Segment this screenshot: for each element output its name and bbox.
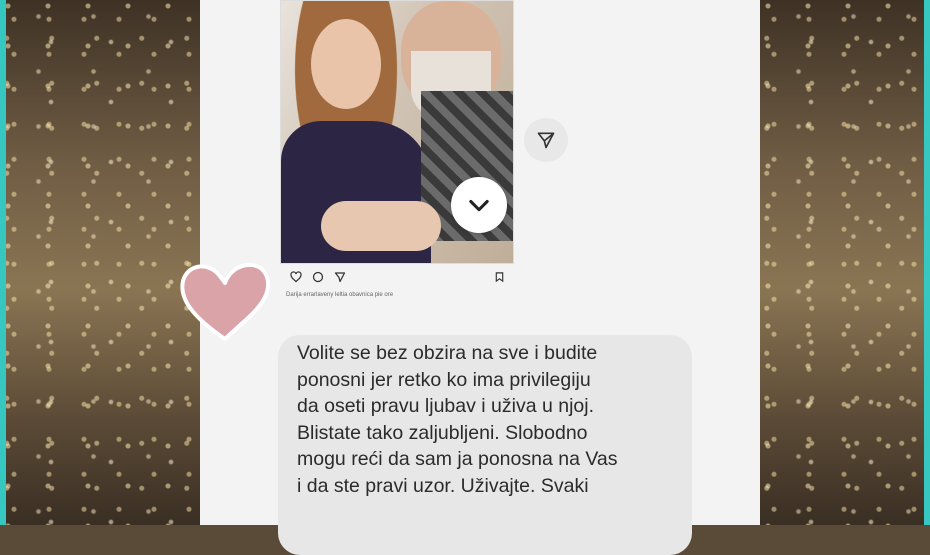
glitter-background-left bbox=[0, 0, 200, 525]
glitter-background-right bbox=[760, 0, 930, 525]
send-icon bbox=[537, 132, 555, 149]
post-caption: Darija errarlaveny leltia obavnica pie o… bbox=[286, 292, 394, 298]
share-icon[interactable] bbox=[334, 271, 346, 283]
photo-detail bbox=[311, 19, 381, 109]
left-frame-edge bbox=[0, 0, 6, 525]
bookmark-icon[interactable] bbox=[494, 271, 505, 283]
like-icon[interactable] bbox=[290, 271, 302, 283]
expand-button[interactable] bbox=[451, 177, 507, 233]
post-action-bar bbox=[290, 268, 505, 286]
message-text: Volite se bez obzira na sve i budite pon… bbox=[297, 342, 618, 497]
right-frame-edge bbox=[924, 0, 930, 525]
chevron-down-icon bbox=[469, 199, 489, 212]
heart-sticker bbox=[180, 262, 271, 341]
comment-icon[interactable] bbox=[312, 271, 324, 283]
forward-button[interactable] bbox=[524, 118, 568, 162]
photo-detail bbox=[321, 201, 441, 251]
